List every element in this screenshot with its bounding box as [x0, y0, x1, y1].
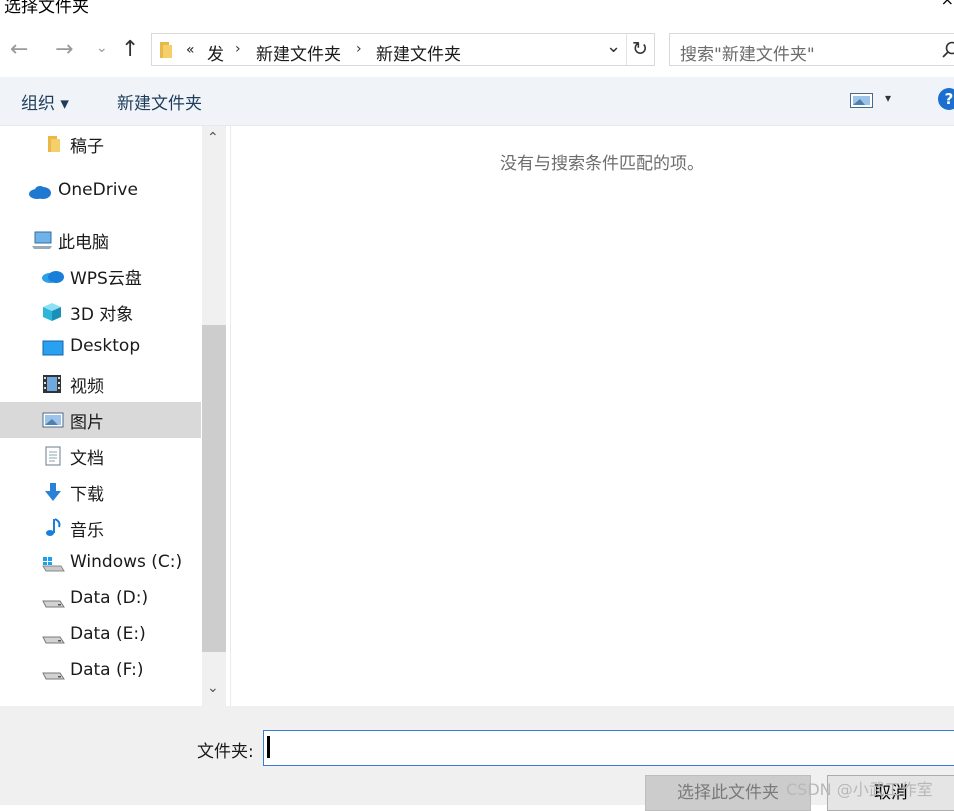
wps-cloud-icon	[41, 266, 65, 286]
close-icon[interactable]: ×	[941, 0, 954, 9]
music-icon	[43, 518, 63, 538]
drive-icon	[41, 590, 65, 610]
sidebar-item-label: 图片	[70, 408, 104, 433]
command-bar: 组织 ▾ 新建文件夹 ▾	[0, 77, 954, 126]
sidebar-item-videos[interactable]: 视频	[0, 366, 201, 402]
drive-icon	[41, 662, 65, 682]
sidebar-item-label: Desktop	[70, 336, 140, 356]
scroll-down-icon[interactable]: ⌄	[207, 680, 219, 696]
organize-button[interactable]: 组织 ▾	[21, 89, 69, 114]
download-icon	[43, 482, 63, 502]
sidebar-item-label: OneDrive	[58, 180, 138, 200]
divider	[626, 34, 627, 65]
sidebar-item-wps-cloud[interactable]: WPS云盘	[0, 258, 201, 294]
up-button[interactable]: ↑	[121, 38, 139, 62]
sidebar-item-label: Windows (C:)	[70, 552, 182, 572]
new-folder-button[interactable]: 新建文件夹	[117, 89, 202, 114]
search-icon[interactable]	[942, 41, 954, 59]
sidebar-item-label: 稿子	[70, 132, 104, 157]
view-menu-arrow-icon[interactable]: ▾	[885, 91, 891, 105]
sidebar-item-drive-e[interactable]: Data (E:)	[0, 618, 201, 654]
forward-button[interactable]: →	[55, 38, 73, 62]
sidebar-item-label: 下载	[70, 480, 104, 505]
folder-name-input[interactable]	[263, 730, 954, 766]
video-icon	[42, 374, 62, 394]
sidebar-item-label: Data (E:)	[70, 624, 146, 644]
breadcrumb-item[interactable]: 新建文件夹	[376, 40, 461, 65]
address-dropdown-icon[interactable]: ⌄	[606, 36, 621, 57]
sidebar-item-label: WPS云盘	[70, 264, 142, 289]
breadcrumb-separator[interactable]: ›	[356, 41, 362, 57]
windows-drive-icon	[41, 554, 65, 574]
address-bar[interactable]: « 发 › 新建文件夹 › 新建文件夹 ⌄ ↻	[151, 33, 655, 66]
folder-icon	[45, 134, 65, 154]
computer-icon	[31, 230, 53, 250]
back-button[interactable]: ←	[10, 38, 28, 62]
sidebar-item-label: Data (F:)	[70, 660, 143, 680]
scrollbar-thumb[interactable]	[202, 325, 226, 652]
sidebar-item-onedrive[interactable]: OneDrive	[0, 174, 201, 210]
text-caret	[267, 736, 270, 758]
sidebar-item-3d-objects[interactable]: 3D 对象	[0, 294, 201, 330]
breadcrumb-overflow[interactable]: «	[186, 42, 195, 58]
desktop-icon	[42, 338, 64, 358]
sidebar-item-drive-f[interactable]: Data (F:)	[0, 654, 201, 690]
folder-icon	[158, 40, 176, 60]
cube-icon	[42, 302, 62, 322]
sidebar-item-music[interactable]: 音乐	[0, 510, 201, 546]
sidebar-item-pictures[interactable]: 图片	[0, 402, 201, 438]
sidebar-item-label: 此电脑	[58, 228, 109, 253]
sidebar-item-label: 音乐	[70, 516, 104, 541]
folder-label: 文件夹:	[197, 737, 254, 762]
sidebar-item-drive-c[interactable]: Windows (C:)	[0, 546, 201, 582]
recent-locations-button[interactable]: ⌄	[96, 36, 108, 60]
empty-results-message: 没有与搜索条件匹配的项。	[500, 149, 704, 174]
search-box[interactable]: 搜索"新建文件夹"	[669, 33, 954, 66]
title-bar: 选择文件夹 ×	[0, 0, 954, 22]
sidebar-item-documents[interactable]: 文档	[0, 438, 201, 474]
picture-icon	[42, 410, 64, 430]
cloud-icon	[28, 182, 52, 202]
breadcrumb-item[interactable]: 新建文件夹	[256, 40, 341, 65]
drive-icon	[41, 626, 65, 646]
sidebar-item-gaozi[interactable]: 稿子	[0, 126, 201, 162]
sidebar-item-label: 文档	[70, 444, 104, 469]
watermark: CSDN @小武工作室	[786, 776, 933, 800]
scroll-up-icon[interactable]: ⌃	[207, 130, 219, 146]
help-icon[interactable]: ?	[938, 88, 954, 110]
search-input[interactable]: 搜索"新建文件夹"	[680, 40, 815, 65]
sidebar-item-drive-d[interactable]: Data (D:)	[0, 582, 201, 618]
document-icon	[43, 446, 63, 466]
navigation-pane[interactable]: 稿子 OneDrive 此电脑 WPS云盘 3D 对象 Desktop	[0, 126, 228, 706]
sidebar-item-label: 视频	[70, 372, 104, 397]
sidebar-item-this-pc[interactable]: 此电脑	[0, 222, 201, 258]
window-title: 选择文件夹	[4, 0, 89, 17]
view-picture-icon[interactable]	[850, 93, 874, 109]
breadcrumb-item[interactable]: 发	[207, 40, 224, 65]
sidebar-item-label: 3D 对象	[70, 300, 133, 325]
sidebar-item-downloads[interactable]: 下载	[0, 474, 201, 510]
breadcrumb-separator[interactable]: ›	[235, 41, 241, 57]
sidebar-item-label: Data (D:)	[70, 588, 148, 608]
file-list[interactable]	[230, 126, 954, 706]
refresh-icon[interactable]: ↻	[632, 38, 648, 60]
sidebar-item-desktop[interactable]: Desktop	[0, 330, 201, 366]
